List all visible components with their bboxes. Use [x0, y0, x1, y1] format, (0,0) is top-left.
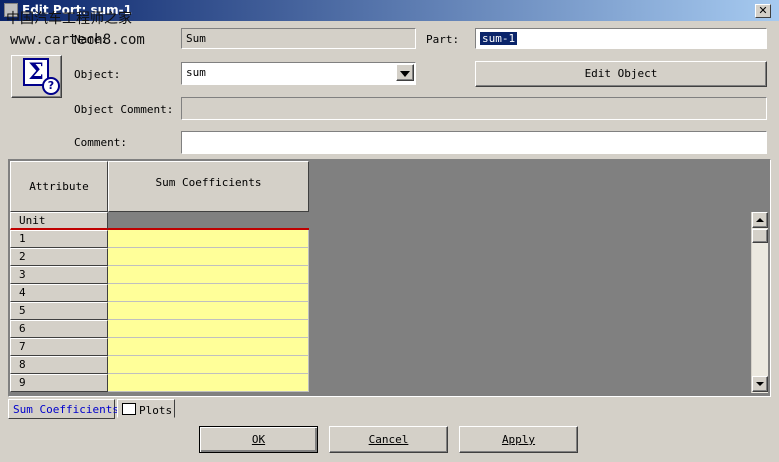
coefficient-cell-2[interactable]: [108, 248, 309, 266]
coefficient-cell-7[interactable]: [108, 338, 309, 356]
name-field: Sum: [181, 28, 416, 49]
coefficient-cell-8[interactable]: [108, 356, 309, 374]
row-header-5: 5: [10, 302, 108, 320]
help-icon: ?: [42, 77, 60, 95]
part-input[interactable]: sum-1: [475, 28, 767, 49]
scroll-up-button[interactable]: [752, 212, 768, 228]
ok-label: OK: [251, 433, 266, 446]
object-value: sum: [186, 66, 206, 79]
object-comment-label: Object Comment:: [74, 103, 174, 116]
object-comment-field: [181, 97, 767, 120]
object-dropdown-button[interactable]: [396, 64, 414, 81]
coefficient-cell-5[interactable]: [108, 302, 309, 320]
apply-button[interactable]: Apply: [459, 426, 578, 453]
sum-coefficients-header[interactable]: Sum Coefficients: [108, 161, 309, 212]
row-header-2: 2: [10, 248, 108, 266]
attribute-header: Attribute: [10, 161, 108, 212]
object-label: Object:: [74, 68, 121, 81]
coefficient-cell-3[interactable]: [108, 266, 309, 284]
unit-cell[interactable]: [108, 212, 309, 230]
coefficient-cell-6[interactable]: [108, 320, 309, 338]
ok-button[interactable]: OK: [199, 426, 318, 453]
close-button[interactable]: ✕: [755, 4, 771, 18]
plot-icon: [122, 403, 136, 415]
unit-row-header: Unit: [10, 212, 108, 230]
row-header-7: 7: [10, 338, 108, 356]
comment-label: Comment:: [74, 136, 127, 149]
chevron-down-icon: [400, 71, 410, 77]
grid-vertical-scrollbar[interactable]: [751, 212, 768, 393]
row-header-4: 4: [10, 284, 108, 302]
row-header-8: 8: [10, 356, 108, 374]
arrow-down-icon: [756, 382, 764, 386]
tab-plots[interactable]: Plots: [117, 399, 175, 418]
watermark-chinese: 中国汽车工程师之家: [6, 11, 132, 27]
apply-label: Apply: [501, 433, 536, 446]
row-header-6: 6: [10, 320, 108, 338]
tab-plots-label: Plots: [139, 404, 173, 417]
scroll-thumb[interactable]: [752, 229, 768, 243]
coefficient-cell-4[interactable]: [108, 284, 309, 302]
part-label: Part:: [426, 33, 460, 46]
scroll-down-button[interactable]: [752, 376, 768, 392]
coefficient-cell-9[interactable]: [108, 374, 309, 392]
row-header-1: 1: [10, 230, 108, 248]
arrow-up-icon: [756, 218, 764, 222]
cancel-label: Cancel: [368, 433, 409, 446]
cancel-button[interactable]: Cancel: [329, 426, 448, 453]
comment-input[interactable]: [181, 131, 767, 154]
name-value: Sum: [186, 32, 206, 45]
coefficient-cell-1[interactable]: [108, 230, 309, 248]
name-label: Name:: [74, 33, 108, 46]
part-value: sum-1: [480, 32, 518, 45]
tab-sum-coefficients[interactable]: Sum Coefficients: [8, 399, 119, 419]
row-header-9: 9: [10, 374, 108, 392]
edit-object-button[interactable]: Edit Object: [475, 61, 767, 87]
object-select[interactable]: sum: [181, 62, 416, 85]
row-header-3: 3: [10, 266, 108, 284]
